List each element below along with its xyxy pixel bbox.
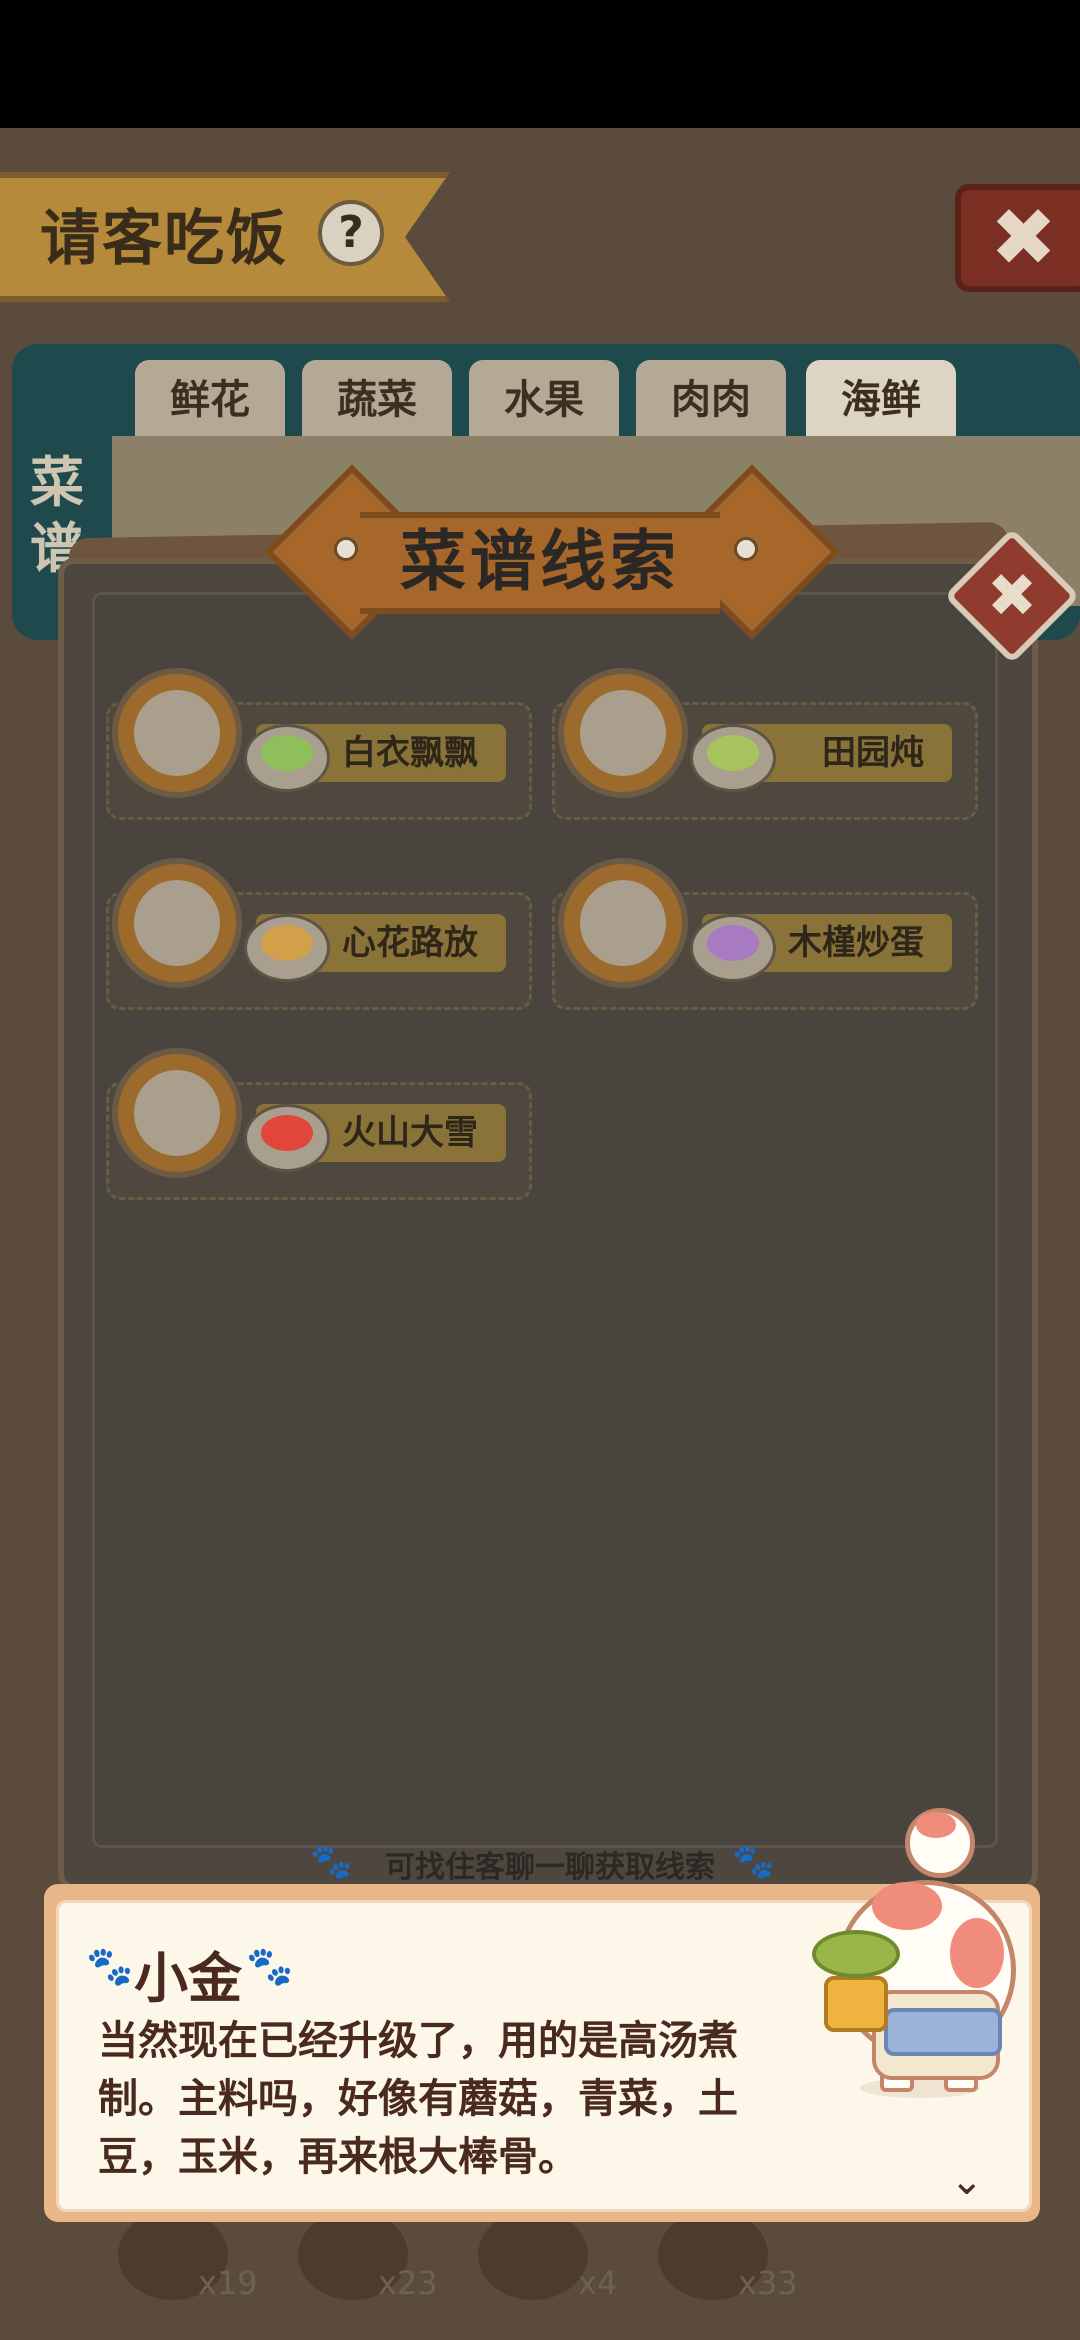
- diamond-dot: [734, 537, 758, 561]
- dish-icon: [244, 1104, 330, 1172]
- close-icon: ✖: [986, 561, 1038, 631]
- tab-flowers[interactable]: 鲜花: [135, 360, 285, 440]
- dish-icon: [690, 724, 776, 792]
- clue-card[interactable]: 田园炖: [552, 668, 980, 820]
- character-spot: [950, 1918, 1004, 1988]
- inventory-count: x23: [378, 2264, 438, 2302]
- dish-icon: [244, 914, 330, 982]
- bear-icon: [558, 858, 688, 988]
- bag-icon: [824, 1976, 888, 2032]
- clue-card[interactable]: 火山大雪: [106, 1048, 534, 1200]
- close-button[interactable]: ✖: [955, 184, 1080, 292]
- ghost-chick-icon: [112, 1048, 242, 1178]
- character-spot: [916, 1812, 956, 1838]
- status-bar: [0, 0, 1080, 128]
- modal-title: 菜谱线索: [400, 523, 680, 600]
- inventory-count: x33: [738, 2264, 798, 2302]
- spotted-cat-icon: [558, 668, 688, 798]
- clue-card[interactable]: 心花路放: [106, 858, 534, 1010]
- ghost-chick-icon: [112, 858, 242, 988]
- tab-seafood[interactable]: 海鲜: [806, 360, 956, 440]
- paw-icon: 🐾: [732, 1842, 775, 1882]
- paw-icon: 🐾: [86, 1944, 134, 1988]
- dish-icon: [244, 724, 330, 792]
- character-shorts: [884, 2008, 1002, 2056]
- page-title: 请客吃饭: [40, 204, 288, 274]
- diamond-dot: [334, 537, 358, 561]
- speaker-name: 小金: [134, 1947, 242, 2010]
- hint-text: 可找住客聊一聊获取线索: [385, 1850, 715, 1885]
- tab-fruits[interactable]: 水果: [469, 360, 619, 440]
- next-icon[interactable]: ⌄: [950, 2158, 984, 2204]
- tab-vegetables[interactable]: 蔬菜: [302, 360, 452, 440]
- dish-icon: [690, 914, 776, 982]
- clue-card[interactable]: 白衣飘飘: [106, 668, 534, 820]
- ghost-chick-icon: [112, 668, 242, 798]
- dialog-text: 当然现在已经升级了，用的是高汤煮制。主料吗，好像有蘑菇，青菜，土豆，玉米，再来根…: [98, 2018, 738, 2180]
- paw-icon: 🐾: [246, 1944, 294, 1988]
- tab-meat[interactable]: 肉肉: [636, 360, 786, 440]
- clue-card[interactable]: 木槿炒蛋: [552, 858, 980, 1010]
- help-icon[interactable]: ?: [318, 200, 384, 266]
- inventory-count: x19: [198, 2264, 258, 2302]
- inventory-count: x4: [578, 2264, 618, 2302]
- character-spot: [872, 1882, 942, 1930]
- inventory-item[interactable]: [478, 2210, 588, 2300]
- vegetable-icon: [812, 1930, 900, 1978]
